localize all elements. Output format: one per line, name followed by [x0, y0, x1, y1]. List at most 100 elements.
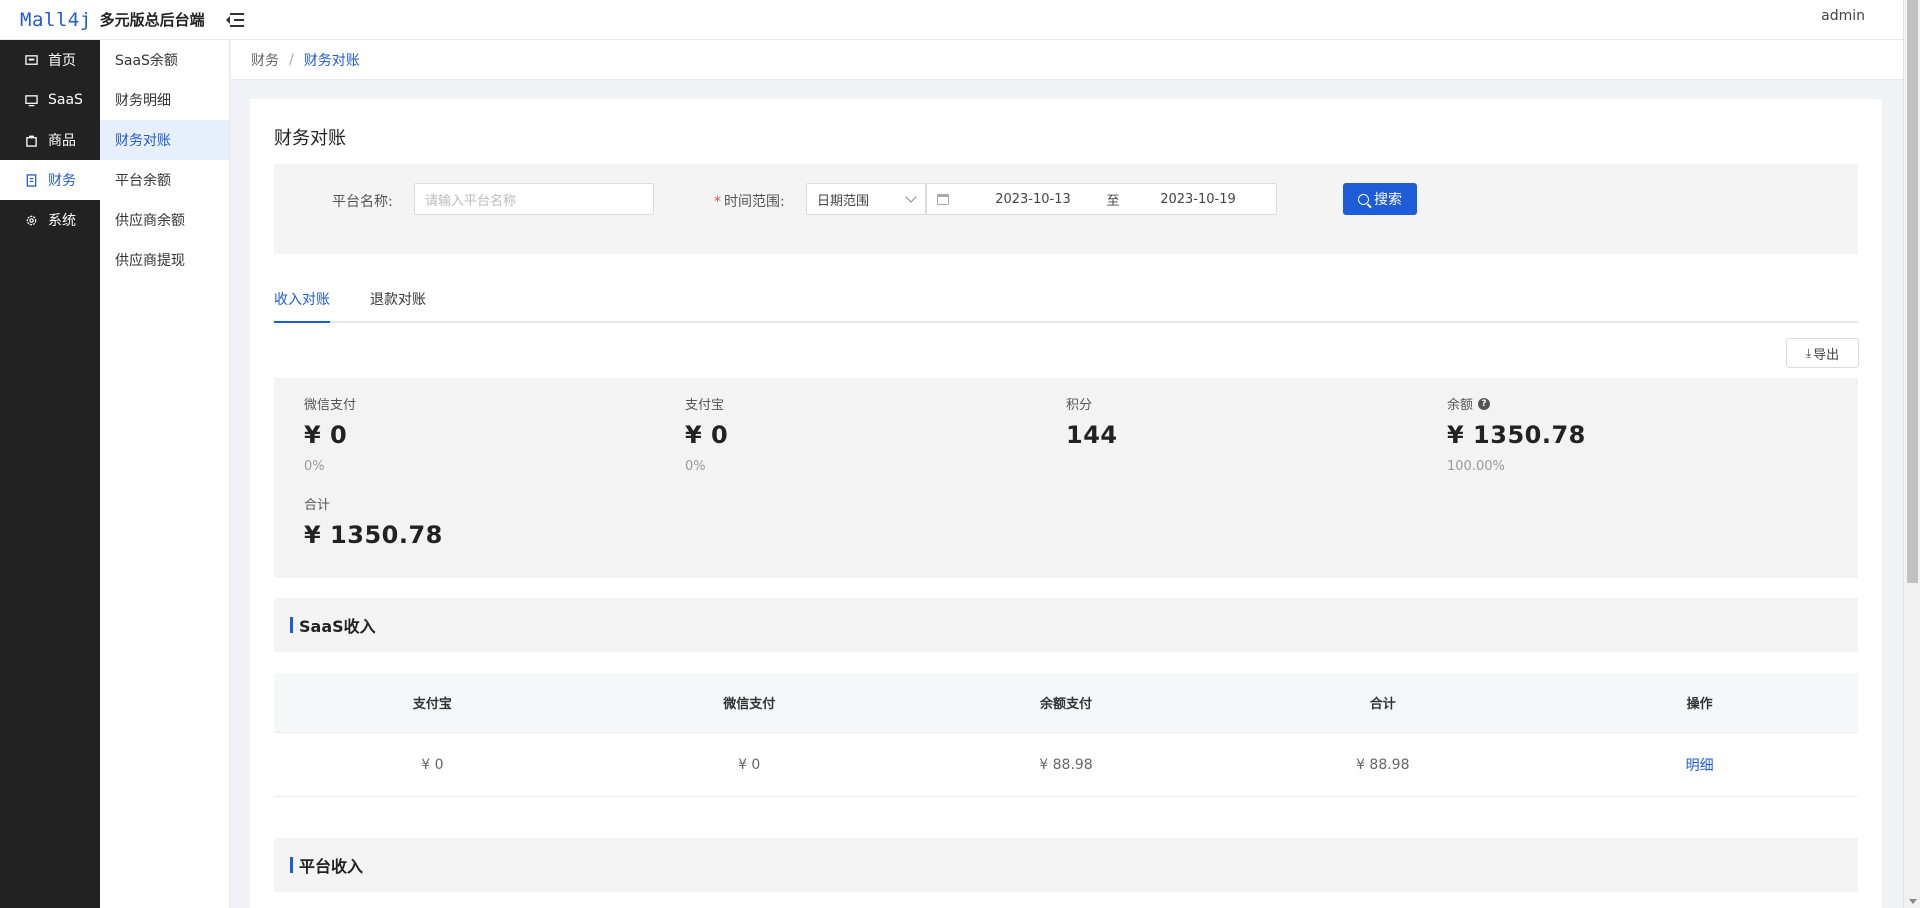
cell-balance: ¥ 88.98: [1039, 756, 1093, 773]
sub-item-supplier-withdraw[interactable]: 供应商提现: [100, 240, 229, 280]
chevron-down-icon: [905, 191, 917, 203]
date-range-picker[interactable]: 2023-10-13 至 2023-10-19: [926, 183, 1277, 215]
breadcrumb-current: 财务对账: [303, 52, 360, 69]
detail-link[interactable]: 明细: [1686, 758, 1714, 774]
stat-value: ¥ 0: [304, 421, 348, 449]
export-button-label: 导出: [1813, 347, 1840, 363]
start-date: 2023-10-13: [995, 191, 1071, 207]
time-range-label-text: 时间范围:: [724, 194, 785, 210]
section-accent-bar: [290, 617, 293, 633]
nav-item-label: 首页: [48, 53, 76, 69]
cell-alipay: ¥ 0: [421, 756, 444, 773]
nav-item-saas[interactable]: SaaS: [0, 80, 100, 120]
cell-total: ¥ 88.98: [1356, 756, 1410, 773]
gear-icon: [24, 213, 38, 227]
column-header: 合计: [1369, 697, 1396, 712]
stat-value: ¥ 1350.78: [304, 521, 443, 549]
calendar-icon: [937, 193, 949, 205]
stat-value: ¥ 0: [685, 421, 729, 449]
saas-income-table: 支付宝 微信支付 余额支付 合计 操作 ¥ 0 ¥ 0 ¥ 88.98 ¥ 88…: [274, 673, 1858, 797]
sub-sidebar: SaaS余额 财务明细 财务对账 平台余额 供应商余额 供应商提现: [100, 40, 230, 908]
range-type-value: 日期范围: [817, 193, 870, 209]
home-icon: [24, 53, 38, 67]
column-header: 操作: [1686, 697, 1713, 712]
nav-item-label: 系统: [48, 213, 76, 229]
sub-item-reconciliation[interactable]: 财务对账: [100, 120, 229, 160]
end-date: 2023-10-19: [1160, 191, 1236, 207]
nav-item-home[interactable]: 首页: [0, 40, 100, 80]
scrollbar-thumb[interactable]: [1907, 0, 1918, 583]
table-row: ¥ 0 ¥ 0 ¥ 88.98 ¥ 88.98 明细: [274, 733, 1858, 797]
stat-percent: 0%: [304, 459, 325, 474]
cell-wechat: ¥ 0: [738, 756, 761, 773]
tab-bar: 收入对账 退款对账: [274, 289, 1858, 323]
search-button-label: 搜索: [1374, 192, 1402, 208]
range-type-select[interactable]: 日期范围: [806, 183, 926, 215]
platform-income-header: 平台收入: [274, 838, 1858, 892]
search-icon: [1358, 193, 1369, 205]
bag-icon: [24, 133, 38, 147]
cell-action: 明细: [1541, 755, 1858, 775]
section-title: 平台收入: [299, 857, 364, 876]
stat-name: 支付宝: [685, 398, 725, 413]
app-title: 多元版总后台端: [99, 11, 205, 29]
main-sidebar: 首页 SaaS 商品 财务 系统: [0, 40, 100, 908]
stat-balance: 余额? ¥ 1350.78 100.00%: [1447, 394, 1586, 474]
breadcrumb-root[interactable]: 财务: [251, 50, 279, 70]
help-icon[interactable]: ?: [1478, 397, 1491, 410]
nav-item-finance[interactable]: 财务: [0, 160, 100, 200]
sub-item-finance-detail[interactable]: 财务明细: [100, 80, 229, 120]
logo[interactable]: Mall4j 多元版总后台端: [0, 9, 218, 31]
required-mark: *: [714, 194, 721, 210]
range-separator: 至: [1106, 193, 1120, 209]
nav-item-system[interactable]: 系统: [0, 200, 100, 240]
nav-item-goods[interactable]: 商品: [0, 120, 100, 160]
column-header: 微信支付: [723, 697, 776, 712]
nav-item-label: SaaS: [48, 92, 83, 108]
stat-name: 余额?: [1447, 394, 1586, 413]
stat-wechat: 微信支付 ¥ 0 0%: [304, 394, 356, 474]
stat-percent: 0%: [685, 459, 706, 474]
stat-name-text: 余额: [1447, 398, 1474, 413]
tab-refund[interactable]: 退款对账: [370, 289, 426, 323]
column-header: 余额支付: [1039, 697, 1092, 712]
stat-name: 积分: [1066, 398, 1093, 413]
table-header: 支付宝 微信支付 余额支付 合计 操作: [274, 673, 1858, 733]
stat-name: 微信支付: [304, 398, 357, 413]
logo-text: Mall4j: [20, 8, 92, 31]
top-header: Mall4j 多元版总后台端 admin: [0, 0, 1903, 40]
stat-alipay: 支付宝 ¥ 0 0%: [685, 394, 728, 474]
user-menu[interactable]: admin: [1821, 0, 1865, 32]
page-title: 财务对账: [274, 128, 346, 149]
stat-points: 积分 144: [1066, 394, 1118, 449]
export-button[interactable]: ⤓ 导出: [1786, 338, 1859, 368]
sub-item-supplier-balance[interactable]: 供应商余额: [100, 200, 229, 240]
tab-income[interactable]: 收入对账: [274, 289, 330, 323]
main-content: 财务对账 平台名称: 请输入平台名称 * 时间范围: 日期范围 2023-10-1…: [250, 99, 1882, 908]
stat-value: ¥ 1350.78: [1447, 421, 1586, 449]
monitor-icon: [24, 93, 38, 107]
breadcrumb: 财务 / 财务对账: [231, 40, 1903, 80]
stat-total: 合计 ¥ 1350.78: [304, 494, 443, 549]
scroll-down-icon[interactable]: [1909, 899, 1917, 904]
download-icon: ⤓: [1805, 345, 1812, 360]
breadcrumb-separator: /: [289, 51, 294, 68]
page-scrollbar[interactable]: [1903, 0, 1920, 908]
stat-value: 144: [1066, 421, 1118, 449]
section-title: SaaS收入: [299, 617, 376, 636]
section-accent-bar: [290, 857, 293, 873]
stat-percent: 100.00%: [1447, 459, 1505, 474]
platform-name-label: 平台名称:: [332, 194, 393, 210]
stats-panel: 微信支付 ¥ 0 0% 支付宝 ¥ 0 0% 积分 144 余额? ¥ 1350…: [274, 378, 1858, 578]
column-header: 支付宝: [412, 697, 452, 712]
sub-item-platform-balance[interactable]: 平台余额: [100, 160, 229, 200]
nav-item-label: 商品: [48, 133, 76, 149]
search-form: 平台名称: 请输入平台名称 * 时间范围: 日期范围 2023-10-13 至 2…: [274, 164, 1858, 254]
nav-item-label: 财务: [48, 173, 76, 189]
sub-item-saas-balance[interactable]: SaaS余额: [100, 40, 229, 80]
saas-income-header: SaaS收入: [274, 598, 1858, 652]
search-button[interactable]: 搜索: [1343, 183, 1417, 215]
collapse-menu-icon[interactable]: [226, 12, 244, 27]
document-icon: [24, 173, 38, 187]
platform-name-input[interactable]: 请输入平台名称: [414, 183, 654, 215]
